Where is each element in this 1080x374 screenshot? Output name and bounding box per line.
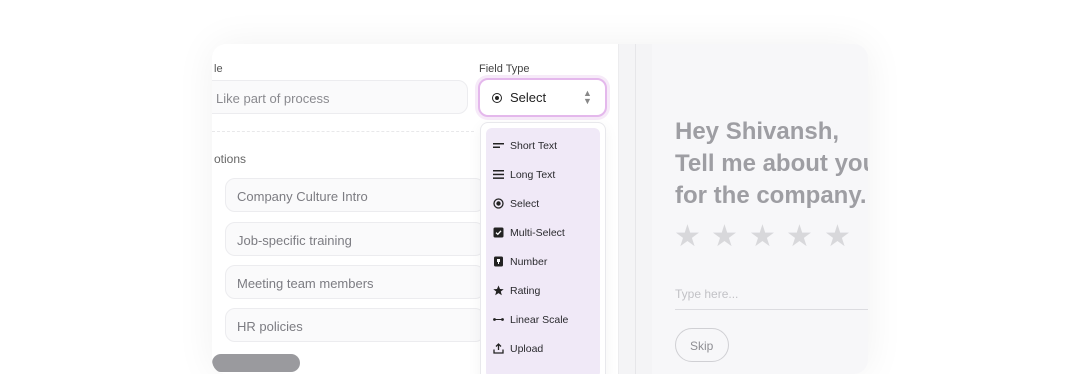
dropdown-item-label: Long Text [510, 169, 556, 181]
field-type-label: Field Type [479, 63, 530, 75]
long-text-icon [493, 170, 504, 179]
answer-input[interactable]: Type here... [675, 287, 738, 301]
checkbox-icon [493, 227, 504, 238]
dropdown-item-label: Select [510, 198, 540, 210]
option-input[interactable]: HR policies [225, 308, 485, 342]
star-icon[interactable]: ★ [711, 222, 738, 252]
answer-underline [675, 309, 868, 310]
dropdown-item-label: Linear Scale [510, 314, 569, 326]
title-label: le [214, 63, 223, 75]
radio-icon [492, 93, 502, 103]
dropdown-item-long-text[interactable]: Long Text [486, 161, 600, 187]
options-label: otions [214, 152, 247, 166]
question-line: Tell me about your [675, 150, 868, 177]
dropdown-list: Short Text Long Text Select Multi-Select… [486, 128, 600, 374]
field-type-value: Select [510, 90, 547, 105]
preview-panel: Hey Shivansh, Tell me about your for the… [652, 44, 868, 374]
chevron-updown-icon: ▲ ▼ [583, 88, 592, 106]
dropdown-item-multi-select[interactable]: Multi-Select [486, 219, 600, 245]
option-input[interactable]: Job-specific training [225, 222, 485, 256]
star-icon [493, 285, 504, 296]
star-icon[interactable]: ★ [749, 222, 776, 252]
dropdown-item-label: Upload [510, 343, 544, 355]
star-icon[interactable]: ★ [824, 222, 851, 252]
panel-divider[interactable] [618, 44, 652, 374]
field-type-select[interactable]: Select ▲ ▼ [478, 78, 607, 117]
dropdown-item-label: Rating [510, 285, 541, 297]
dropdown-item-short-text[interactable]: Short Text [486, 132, 600, 158]
dropdown-item-upload[interactable]: Upload [486, 335, 600, 361]
dropdown-item-linear-scale[interactable]: Linear Scale [486, 306, 600, 332]
dropdown-item-label: Number [510, 256, 548, 268]
dropdown-item-label: Short Text [510, 140, 558, 152]
option-input[interactable]: Meeting team members [225, 265, 485, 299]
field-type-dropdown: Short Text Long Text Select Multi-Select… [480, 122, 606, 374]
question-line: for the company. [675, 182, 867, 209]
section-divider [212, 131, 474, 132]
form-builder-card: le Like part of process Field Type Selec… [212, 44, 868, 374]
short-text-icon [493, 143, 504, 148]
option-input[interactable]: Company Culture Intro [225, 178, 485, 212]
number-icon [494, 256, 503, 267]
dropdown-item-label: Multi-Select [510, 227, 565, 239]
linear-scale-icon [493, 318, 504, 321]
preview-question: Hey Shivansh, Tell me about your for the… [675, 116, 868, 212]
title-input[interactable]: Like part of process [212, 80, 468, 114]
star-icon[interactable]: ★ [674, 222, 701, 252]
star-icon[interactable]: ★ [786, 222, 813, 252]
divider-line [635, 44, 636, 374]
dropdown-item-rating[interactable]: Rating [486, 277, 600, 303]
question-line: Hey Shivansh, [675, 118, 840, 145]
dropdown-item-number[interactable]: Number [486, 248, 600, 274]
upload-icon [493, 343, 504, 354]
radio-icon [493, 198, 504, 209]
field-editor-panel: le Like part of process Field Type Selec… [212, 44, 618, 374]
dropdown-item-select[interactable]: Select [486, 190, 600, 216]
